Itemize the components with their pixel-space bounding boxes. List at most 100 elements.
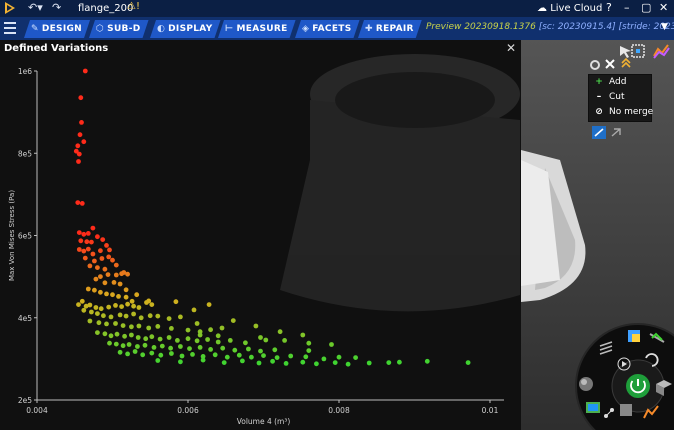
live-cloud-button[interactable]: ☁ Live Cloud [537,3,602,14]
expand-icon[interactable] [621,57,631,68]
tab-display[interactable]: ◐ DISPLAY [150,20,221,38]
data-point [147,313,153,319]
data-point [76,159,81,164]
cloud-label: Live Cloud [550,3,603,14]
data-point [89,239,94,245]
data-point [149,302,155,307]
y-tick-label: 1e6 [18,67,32,76]
data-point [146,298,152,304]
hamburger-menu-icon[interactable] [4,22,16,34]
add-option[interactable]: + Add [593,77,626,91]
no-merge-option[interactable]: ⊘ No merge [593,107,653,121]
chart-tool-icon[interactable] [653,44,670,59]
undo-icon[interactable]: ↶▾ [28,1,43,14]
x-axis-label: Volume 4 (m³) [237,417,291,426]
data-point [169,326,174,331]
data-point [151,345,157,350]
tab-label: SUB-D [107,24,141,34]
data-point [84,239,90,245]
data-point [135,344,140,349]
cut-option[interactable]: – Cut [593,92,625,106]
data-point [132,349,138,354]
tab-sub-d[interactable]: ⬡ SUB-D [89,20,149,38]
data-point [81,139,87,145]
data-point [113,303,118,308]
data-point [224,354,230,360]
data-point [185,327,191,333]
pull-tool-icon[interactable] [592,126,606,139]
tab-label: MEASURE [236,24,288,34]
data-point [107,247,112,253]
pull-alt-icon[interactable] [611,128,621,137]
close-panel-icon[interactable]: ✕ [506,41,516,55]
data-point [306,348,312,353]
data-point [135,335,141,340]
data-point [149,334,155,340]
minimize-icon[interactable]: – [624,1,630,14]
data-point [197,345,203,350]
subd-icon: ⬡ [96,24,105,34]
data-point [82,255,88,261]
data-point [98,248,103,254]
data-point [263,337,269,343]
tab-repair[interactable]: ✚ REPAIR [358,20,422,38]
data-point [81,248,87,254]
data-point [168,345,174,351]
y-tick-label: 2e5 [18,396,32,405]
data-point [230,318,236,323]
tab-design[interactable]: ✎ DESIGN [24,20,90,38]
data-point [106,254,112,260]
gear-icon[interactable] [590,60,600,70]
data-point [98,306,104,312]
data-point [126,342,132,347]
background-model-ghost [280,54,520,312]
data-point [85,231,91,236]
data-point [120,323,126,328]
data-point [220,345,226,351]
data-point [105,272,111,277]
tab-measure[interactable]: ⊢ MEASURE [218,20,296,38]
data-point [155,358,161,363]
data-point [129,332,134,338]
data-point [274,355,280,360]
folder-icon[interactable] [620,404,632,416]
data-point [77,132,83,138]
data-point [173,299,179,305]
x-tick-label: 0.01 [482,406,499,415]
cube-view-icon[interactable] [628,330,640,342]
display-icon: ◐ [157,24,166,34]
data-point [79,201,85,206]
data-point [129,324,134,330]
data-point [76,302,81,307]
data-point [300,359,306,365]
close-window-icon[interactable]: ✕ [659,1,668,14]
data-point [98,274,103,279]
warning-icon[interactable]: ⚠! [127,1,140,12]
cancel-icon[interactable] [605,59,615,69]
data-point [300,332,306,338]
data-point [95,311,100,316]
selection-box-icon[interactable] [631,44,645,58]
sphere-icon[interactable] [579,377,593,391]
data-point [78,95,84,101]
help-icon[interactable]: ? [606,1,612,14]
cursor-icon[interactable] [620,46,631,58]
data-point [107,340,112,346]
data-point [81,231,87,237]
y-tick-label: 6e5 [18,232,32,241]
data-point [288,353,294,359]
data-point [221,360,227,365]
data-point [336,354,342,360]
data-point [187,346,192,351]
tab-facets[interactable]: ◈ FACETS [295,20,360,38]
image-icon[interactable] [586,402,600,413]
data-point [114,331,120,337]
data-point [111,280,117,285]
data-point [104,291,109,297]
data-point [104,321,109,327]
data-point [243,340,248,346]
ribbon-dropdown-icon[interactable]: ▼ [661,22,668,32]
redo-icon[interactable]: ↷ [52,1,61,14]
maximize-icon[interactable]: ▢ [641,1,651,14]
data-point [113,321,118,326]
